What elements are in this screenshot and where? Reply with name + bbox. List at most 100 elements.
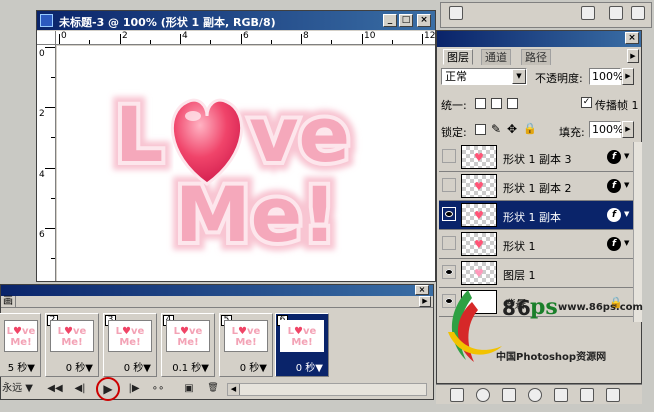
fx-expand-icon[interactable]: ▼ xyxy=(624,152,629,160)
new-layer-icon[interactable] xyxy=(580,388,594,402)
ruler-label: 6 xyxy=(243,31,249,41)
layer-row-selected[interactable]: ♥ 形状 1 副本 f ▼ xyxy=(439,201,633,230)
layers-panel-title-bar[interactable]: × xyxy=(437,31,641,47)
fx-expand-icon[interactable]: ▼ xyxy=(624,239,629,247)
document-title-bar[interactable]: 未标题-3 @ 100% (形状 1 副本, RGB/8) _ □ × xyxy=(37,11,435,30)
fx-icon[interactable]: f xyxy=(607,150,621,164)
duplicate-frame-button[interactable]: ▣ xyxy=(181,382,197,396)
frame-delay[interactable]: 5 秒▼ xyxy=(0,359,40,374)
tab-channels[interactable]: 通道 xyxy=(481,49,511,65)
animation-frame-selected[interactable]: 6 L♥veMe! 0 秒▼ xyxy=(275,313,329,377)
layer-row[interactable]: ♥ 形状 1 副本 3 f ▼ xyxy=(439,143,633,172)
canvas-text-l: L xyxy=(115,90,163,179)
group-icon[interactable] xyxy=(554,388,568,402)
frame-delay[interactable]: 0.1 秒▼ xyxy=(162,359,214,374)
mask-icon[interactable] xyxy=(502,388,516,402)
layer-thumbnail: ♥ xyxy=(461,174,497,198)
frame-delay[interactable]: 0 秒▼ xyxy=(220,359,272,374)
trash-icon[interactable] xyxy=(609,6,623,20)
animation-panel-title-bar[interactable]: × xyxy=(1,285,433,296)
document-canvas[interactable]: L ve Me! L ve Me! xyxy=(57,46,435,281)
visibility-toggle[interactable] xyxy=(442,178,456,192)
scroll-left-icon[interactable]: ◀ xyxy=(228,384,240,395)
fx-expand-icon[interactable]: ▼ xyxy=(624,210,629,218)
frames-scrollbar[interactable]: ◀ xyxy=(227,383,427,396)
animation-frame[interactable]: 3 L♥veMe! 0 秒▼ xyxy=(103,313,157,377)
first-frame-button[interactable]: ◀◀ xyxy=(45,382,65,396)
new-icon[interactable] xyxy=(581,6,595,20)
lock-all-icon[interactable]: 🔒 xyxy=(523,122,537,135)
play-button[interactable]: ▶ xyxy=(96,377,120,401)
lock-move-icon[interactable]: ✥ xyxy=(507,122,517,136)
layers-bottom-toolbar xyxy=(436,384,642,404)
horizontal-ruler[interactable]: 0 2 4 6 8 10 12 xyxy=(56,31,435,45)
layer-style-icon[interactable] xyxy=(476,388,490,402)
adjustment-icon[interactable] xyxy=(528,388,542,402)
eye-icon[interactable] xyxy=(442,265,456,279)
tab-paths[interactable]: 路径 xyxy=(521,49,551,65)
visibility-toggle[interactable] xyxy=(442,236,456,250)
watermark-ps-glyph: ps xyxy=(530,294,558,320)
animation-frame[interactable]: 5 L♥veMe! 0 秒▼ xyxy=(219,313,273,377)
fill-label: 填充: xyxy=(559,126,585,139)
ruler-origin[interactable] xyxy=(37,31,56,45)
lock-brush-icon[interactable]: ✎ xyxy=(491,122,501,136)
love-me-artwork: L ve Me! L ve Me! xyxy=(106,81,359,268)
ruler-label: 0 xyxy=(61,31,67,41)
delete-layer-icon[interactable] xyxy=(606,388,620,402)
close-button[interactable]: × xyxy=(417,14,431,27)
delete-frame-button[interactable]: 🗑 xyxy=(205,382,221,396)
tab-animation[interactable]: 画 xyxy=(1,296,16,307)
frame-delay[interactable]: 0 秒▼ xyxy=(104,359,156,374)
animation-menu-arrow-icon[interactable]: ▶ xyxy=(419,296,431,307)
frame-delay[interactable]: 0 秒▼ xyxy=(276,359,328,374)
frame-delay[interactable]: 0 秒▼ xyxy=(46,359,98,374)
frame-thumbnail: L♥ve Me! xyxy=(50,320,94,352)
heart-highlight xyxy=(185,111,201,121)
layer-row[interactable]: ♥ 形状 1 副本 2 f ▼ xyxy=(439,172,633,201)
fx-expand-icon[interactable]: ▼ xyxy=(624,181,629,189)
ruler-label: 2 xyxy=(39,109,45,119)
vertical-ruler[interactable]: 0 2 4 6 xyxy=(37,45,56,281)
unify-visibility-icon[interactable] xyxy=(491,98,502,109)
animation-close-button[interactable]: × xyxy=(415,285,429,295)
animation-frame[interactable]: 4 L♥veMe! 0.1 秒▼ xyxy=(161,313,215,377)
layer-thumbnail: ♥ xyxy=(461,203,497,227)
ruler-label: 6 xyxy=(39,230,45,240)
fill-slider-arrow[interactable]: ▶ xyxy=(622,121,634,138)
animation-tab-bar: 画 ▶ xyxy=(1,296,433,308)
close-icon[interactable] xyxy=(631,6,645,20)
lock-transparency-icon[interactable] xyxy=(475,124,486,135)
layers-panel-close-button[interactable]: × xyxy=(625,32,639,44)
visibility-toggle[interactable] xyxy=(442,149,456,163)
link-layers-icon[interactable] xyxy=(450,388,464,402)
layer-row[interactable]: ♥ 形状 1 f ▼ xyxy=(439,230,633,259)
unify-position-icon[interactable] xyxy=(475,98,486,109)
maximize-button[interactable]: □ xyxy=(399,14,413,27)
loop-select[interactable]: 永远 ▼ xyxy=(0,382,33,396)
animation-frame[interactable]: 2 L♥veMe! 0 秒▼ xyxy=(45,313,99,377)
eye-icon[interactable] xyxy=(442,207,456,221)
next-frame-button[interactable]: |▶ xyxy=(125,382,143,396)
opacity-slider-arrow[interactable]: ▶ xyxy=(622,68,634,85)
blend-mode-select[interactable]: 正常 ▼ xyxy=(441,68,527,85)
layer-name: 形状 1 副本 xyxy=(503,211,561,224)
panel-menu-arrow-icon[interactable]: ▶ xyxy=(627,49,639,63)
tab-layers[interactable]: 图层 xyxy=(443,49,473,65)
tween-button[interactable]: ∘∘ xyxy=(149,382,167,396)
fill-input[interactable]: 100% xyxy=(589,121,623,138)
fx-icon[interactable]: f xyxy=(607,179,621,193)
palette-top-strip xyxy=(440,2,652,28)
opacity-input[interactable]: 100% xyxy=(589,68,623,85)
fx-icon[interactable]: f xyxy=(607,208,621,222)
animation-frame[interactable]: L♥ve Me! 5 秒▼ xyxy=(0,313,41,377)
frame-thumbnail: L♥ve Me! xyxy=(166,320,210,352)
palette-icon[interactable] xyxy=(449,6,463,20)
previous-frame-button[interactable]: ◀| xyxy=(71,382,89,396)
unify-style-icon[interactable] xyxy=(507,98,518,109)
frame-thumbnail: L♥ve Me! xyxy=(280,320,324,352)
propagate-checkbox[interactable]: ✓ xyxy=(581,97,592,108)
minimize-button[interactable]: _ xyxy=(383,14,397,27)
fx-icon[interactable]: f xyxy=(607,237,621,251)
watermark: 86 ps www.86ps.com 中国Photoshop资源网 xyxy=(438,280,643,366)
